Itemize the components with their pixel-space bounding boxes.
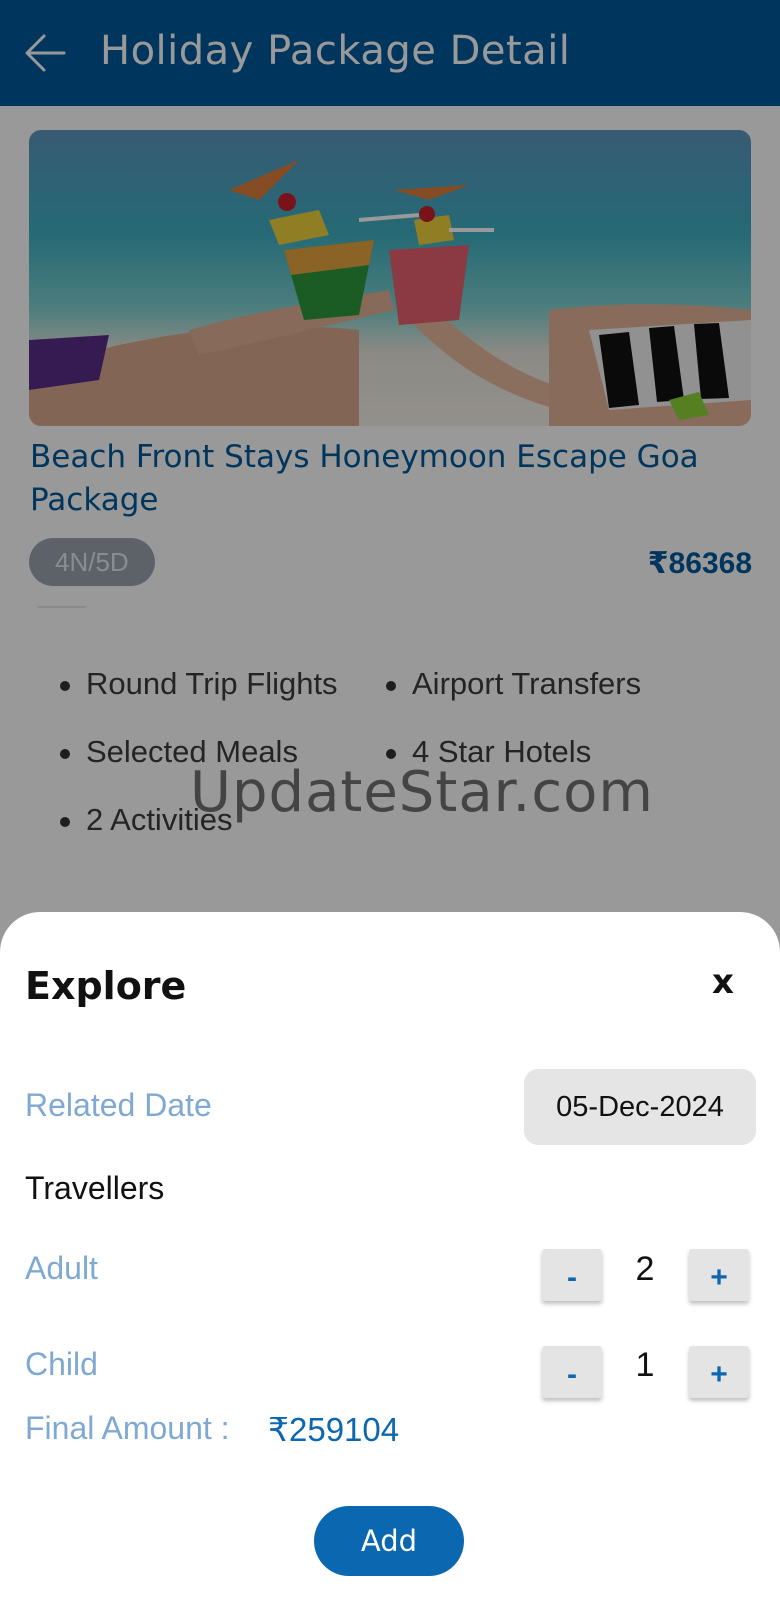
travellers-heading: Travellers (25, 1170, 165, 1206)
child-plus-button[interactable]: + (689, 1346, 749, 1398)
explore-bottom-sheet: Explore x Related Date 05-Dec-2024 Trave… (0, 912, 780, 1601)
add-button[interactable]: Add (314, 1506, 464, 1576)
adult-count: 2 (635, 1250, 655, 1288)
date-picker-button[interactable]: 05-Dec-2024 (524, 1069, 756, 1145)
child-label: Child (25, 1346, 98, 1382)
adult-label: Adult (25, 1250, 98, 1286)
child-count: 1 (635, 1346, 655, 1384)
child-minus-button[interactable]: - (542, 1346, 602, 1398)
sheet-title: Explore (25, 964, 187, 1008)
adult-plus-button[interactable]: + (689, 1249, 749, 1301)
watermark: UpdateStar.com (190, 760, 654, 825)
close-button[interactable]: x (712, 962, 734, 1002)
final-amount-value: ₹259104 (268, 1411, 400, 1448)
header-scrim (0, 0, 780, 106)
date-label: Related Date (25, 1087, 212, 1123)
adult-minus-button[interactable]: - (542, 1249, 602, 1301)
final-amount-label: Final Amount : (25, 1410, 230, 1446)
